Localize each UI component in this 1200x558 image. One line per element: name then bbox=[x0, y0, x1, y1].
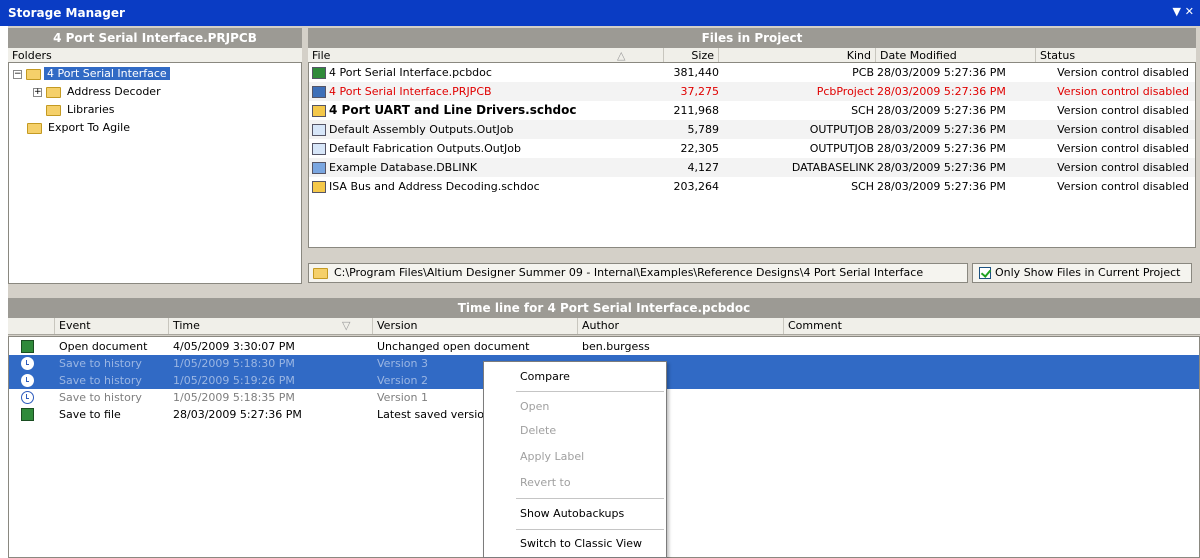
menu-item-apply-label[interactable]: Apply Label bbox=[484, 446, 666, 468]
history-clock-icon bbox=[21, 374, 34, 387]
database-link-icon bbox=[312, 162, 326, 174]
project-path-text: C:\Program Files\Altium Designer Summer … bbox=[334, 266, 924, 279]
menu-separator bbox=[516, 529, 664, 530]
pcb-document-icon bbox=[21, 340, 34, 353]
file-row[interactable]: 4 Port UART and Line Drivers.schdoc 211,… bbox=[309, 101, 1195, 120]
history-clock-icon bbox=[21, 391, 34, 404]
column-event[interactable]: Event bbox=[54, 318, 168, 334]
folder-icon bbox=[46, 86, 61, 98]
checkbox-checked-icon[interactable] bbox=[979, 267, 991, 279]
file-row[interactable]: Default Assembly Outputs.OutJob 5,789 OU… bbox=[309, 120, 1195, 139]
outjob-file-icon bbox=[312, 124, 326, 136]
only-current-project-toggle[interactable]: Only Show Files in Current Project bbox=[972, 263, 1192, 283]
expand-icon[interactable]: + bbox=[33, 87, 42, 97]
column-comment[interactable]: Comment bbox=[783, 318, 1198, 334]
file-row[interactable]: 4 Port Serial Interface.PRJPCB 37,275 Pc… bbox=[309, 82, 1195, 101]
folder-icon bbox=[46, 104, 61, 116]
window-title: Storage Manager bbox=[8, 6, 125, 20]
files-list: 4 Port Serial Interface.pcbdoc 381,440 P… bbox=[308, 62, 1196, 248]
folder-icon bbox=[313, 267, 328, 279]
pcb-file-icon bbox=[312, 67, 326, 79]
menu-item-delete[interactable]: Delete bbox=[484, 420, 666, 442]
path-bar: C:\Program Files\Altium Designer Summer … bbox=[308, 262, 1196, 284]
tree-item-label: 4 Port Serial Interface bbox=[44, 67, 170, 80]
tree-item-export-to-agile[interactable]: Export To Agile bbox=[27, 119, 133, 136]
column-author[interactable]: Author bbox=[577, 318, 783, 334]
menu-item-show-autobackups[interactable]: Show Autobackups bbox=[484, 503, 666, 525]
tree-item-label: Address Decoder bbox=[67, 85, 161, 98]
window-controls[interactable]: ▼ ✕ bbox=[1172, 5, 1194, 18]
file-row[interactable]: Example Database.DBLINK 4,127 DATABASELI… bbox=[309, 158, 1195, 177]
menu-separator bbox=[516, 391, 664, 392]
tree-item-address-decoder[interactable]: + Address Decoder bbox=[33, 83, 164, 100]
sort-desc-icon: ▽ bbox=[342, 319, 351, 332]
files-panel-header: Files in Project bbox=[308, 28, 1196, 48]
menu-separator bbox=[516, 498, 664, 499]
project-path: C:\Program Files\Altium Designer Summer … bbox=[308, 263, 968, 283]
column-icon[interactable] bbox=[8, 318, 54, 334]
window-titlebar: Storage Manager ▼ ✕ bbox=[0, 0, 1200, 26]
tree-item-label: Export To Agile bbox=[48, 121, 130, 134]
tree-item-libraries[interactable]: Libraries bbox=[46, 101, 118, 118]
file-row[interactable]: 4 Port Serial Interface.pcbdoc 381,440 P… bbox=[309, 63, 1195, 82]
save-file-icon bbox=[21, 408, 34, 421]
file-row[interactable]: Default Fabrication Outputs.OutJob 22,30… bbox=[309, 139, 1195, 158]
menu-item-open[interactable]: Open bbox=[484, 396, 666, 418]
timeline-row[interactable]: Open document 4/05/2009 3:30:07 PM Uncha… bbox=[9, 338, 1199, 355]
timeline-column-header: Event Time ▽ Version Author Comment bbox=[8, 318, 1200, 335]
menu-item-compare[interactable]: Compare bbox=[484, 366, 666, 388]
folder-icon bbox=[26, 68, 41, 80]
export-folder-icon bbox=[27, 122, 42, 134]
schematic-file-icon bbox=[312, 181, 326, 193]
only-current-project-label: Only Show Files in Current Project bbox=[995, 266, 1181, 279]
timeline-panel-header: Time line for 4 Port Serial Interface.pc… bbox=[8, 298, 1200, 318]
tree-item-label: Libraries bbox=[67, 103, 115, 116]
history-clock-icon bbox=[21, 357, 34, 370]
folders-tree: − 4 Port Serial Interface + Address Decode… bbox=[8, 62, 302, 284]
outjob-file-icon bbox=[312, 143, 326, 155]
menu-item-revert-to[interactable]: Revert to bbox=[484, 472, 666, 494]
column-version[interactable]: Version bbox=[372, 318, 577, 334]
project-file-icon bbox=[312, 86, 326, 98]
folders-panel-header: 4 Port Serial Interface.PRJPCB bbox=[8, 28, 302, 48]
collapse-icon[interactable]: − bbox=[13, 69, 22, 79]
context-menu: Compare Open Delete Apply Label Revert t… bbox=[483, 361, 667, 558]
menu-item-switch-classic-view[interactable]: Switch to Classic View bbox=[484, 533, 666, 555]
tree-item-root[interactable]: − 4 Port Serial Interface bbox=[13, 65, 170, 82]
file-row[interactable]: ISA Bus and Address Decoding.schdoc 203,… bbox=[309, 177, 1195, 196]
schematic-file-icon bbox=[312, 104, 326, 117]
